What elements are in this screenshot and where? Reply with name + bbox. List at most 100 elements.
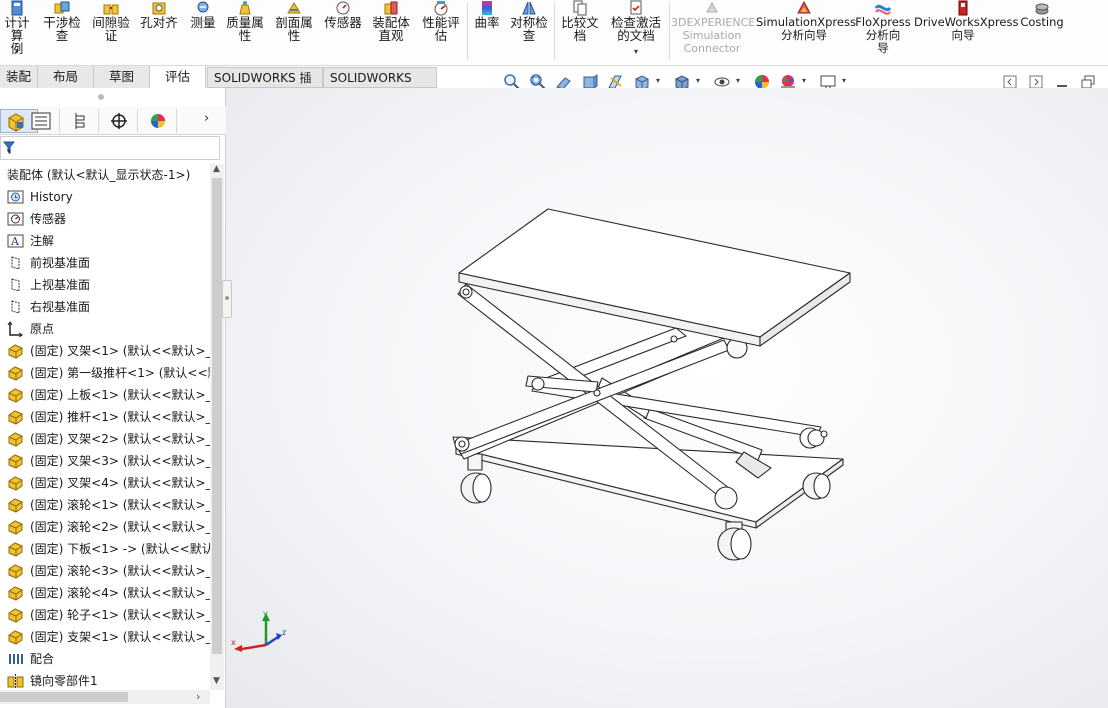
check-active-document-button[interactable]: 检查激活 的文档 ▾ — [606, 0, 666, 66]
tree-item-label: (固定) 上板<1> (默认<<默认>_显 — [30, 388, 210, 402]
apply-scene-dropdown-icon[interactable]: ▾ — [802, 76, 806, 85]
scroll-right-icon[interactable]: › — [196, 690, 200, 703]
floxpress-button[interactable]: FloXpress 分析向 导 — [854, 0, 912, 66]
tree-item[interactable]: 传感器 — [0, 208, 210, 230]
tree-item[interactable]: (固定) 叉架<1> (默认<<默认>_显 — [0, 340, 210, 362]
tab-sketch[interactable]: 草图 — [94, 66, 150, 88]
calc-button[interactable]: 计计算 例 ▾ — [0, 0, 34, 66]
triad-z-label: z — [282, 628, 286, 637]
tree-horizontal-scrollbar[interactable]: › — [0, 690, 210, 704]
driveworksxpress-label: DriveWorksXpress 向导 — [914, 15, 1019, 42]
measure-button[interactable]: 测量 — [184, 0, 222, 66]
clearance-verification-button[interactable]: 间隙验 证 — [88, 0, 134, 66]
chevron-right-icon[interactable]: › — [204, 111, 220, 129]
tree-item-label: 配合 — [30, 652, 55, 666]
restore-window-icon[interactable] — [1081, 75, 1095, 89]
plane-icon — [7, 255, 24, 271]
tree-item[interactable]: (固定) 轮子<1> (默认<<默认>_显 — [0, 604, 210, 626]
configurationmanager-tab[interactable] — [61, 109, 99, 133]
interference-check-label: 干涉检 查 — [43, 15, 81, 43]
tree-item[interactable]: A 注解 — [0, 230, 210, 252]
mass-properties-button[interactable]: 质量属 性 — [222, 0, 268, 66]
scissor-lift-cart-model[interactable] — [226, 88, 1108, 708]
compare-documents-button[interactable]: 比较文 档 — [557, 0, 603, 66]
mass-properties-label: 质量属 性 — [226, 15, 264, 43]
tree-item[interactable]: (固定) 支架<1> (默认<<默认>_显 — [0, 626, 210, 648]
scroll-thumb[interactable] — [212, 178, 222, 654]
sensor-button[interactable]: 传感器 — [320, 0, 366, 66]
assembly-visualization-button[interactable]: 装配体 直观 — [368, 0, 414, 66]
part-icon — [7, 431, 24, 447]
tree-item[interactable]: 前视基准面 — [0, 252, 210, 274]
tree-item-label: History — [30, 190, 73, 204]
section-properties-icon — [287, 2, 301, 14]
tree-root-assembly[interactable]: 装配体 (默认<默认_显示状态-1>) — [0, 164, 210, 186]
feature-manager-panel: › ▾ 装配体 (默认<默认_显示状态-1>) History 传感器 A 注解 前视基… — [0, 88, 226, 708]
driveworksxpress-button[interactable]: DriveWorksXpress 向导 — [914, 0, 1019, 66]
tree-item-label: (固定) 叉架<2> (默认<<默认>_显 — [30, 432, 210, 446]
hole-alignment-button[interactable]: 孔对齐 — [136, 0, 182, 66]
tree-item[interactable]: 配合 — [0, 648, 210, 670]
reference-triad: y x z — [231, 609, 286, 652]
minimize-window-icon[interactable] — [1055, 75, 1069, 89]
dimxpertmanager-tab[interactable] — [100, 109, 138, 133]
collapse-left-icon[interactable] — [1003, 75, 1017, 89]
tree-item-label: (固定) 叉架<4> (默认<<默认>_显 — [30, 476, 210, 490]
curvature-button[interactable]: 曲率 — [470, 0, 504, 66]
tree-item[interactable]: (固定) 滚轮<3> (默认<<默认>_显 — [0, 560, 210, 582]
filter-dropdown-icon[interactable]: ▾ — [7, 147, 11, 156]
propertymanager-tab[interactable] — [22, 109, 60, 133]
part-icon — [7, 475, 24, 491]
tree-item[interactable]: 上视基准面 — [0, 274, 210, 296]
tree-item[interactable]: (固定) 推杆<1> (默认<<默认>_显 — [0, 406, 210, 428]
command-tab-bar: 装配体 布局 草图 评估 — [0, 66, 226, 105]
tree-item[interactable]: (固定) 叉架<4> (默认<<默认>_显 — [0, 472, 210, 494]
tree-item[interactable]: History — [0, 186, 210, 208]
scroll-down-icon[interactable]: ▼ — [213, 676, 220, 686]
tree-item[interactable]: (固定) 滚轮<1> (默认<<默认>_显 — [0, 494, 210, 516]
mates-icon — [7, 651, 24, 667]
tree-item-label: (固定) 第一级推杆<1> (默认<<默认 — [30, 366, 210, 380]
performance-evaluation-button[interactable]: 性能评 估 — [417, 0, 465, 66]
view-settings-dropdown-icon[interactable]: ▾ — [842, 76, 846, 85]
part-icon — [7, 541, 24, 557]
tree-vertical-scrollbar[interactable]: ▲ ▼ — [210, 164, 224, 690]
tree-item[interactable]: (固定) 叉架<2> (默认<<默认>_显 — [0, 428, 210, 450]
tree-item[interactable]: (固定) 下板<1> -> (默认<<默认 — [0, 538, 210, 560]
tree-item[interactable]: 右视基准面 — [0, 296, 210, 318]
tree-item[interactable]: 镜向零部件1 — [0, 670, 210, 690]
tree-item[interactable]: (固定) 滚轮<2> (默认<<默认>_显 — [0, 516, 210, 538]
simulationxpress-button[interactable]: SimulationXpress 分析向导 — [756, 0, 856, 66]
compare-documents-label: 比较文 档 — [561, 15, 599, 43]
tab-solidworks-addins[interactable]: SOLIDWORKS 插件 — [207, 67, 323, 105]
display-style-dropdown-icon[interactable]: ▾ — [696, 76, 700, 85]
tab-solidworks-mbd[interactable]: SOLIDWORKS MBD — [323, 67, 437, 105]
tree-item[interactable]: (固定) 滚轮<4> (默认<<默认>_显 — [0, 582, 210, 604]
check-active-document-label: 检查激活 的文档 — [610, 15, 661, 43]
interference-check-button[interactable]: 干涉检 查 — [38, 0, 86, 66]
panel-splitter-handle[interactable] — [222, 280, 232, 318]
tree-item[interactable]: (固定) 上板<1> (默认<<默认>_显 — [0, 384, 210, 406]
collapse-right-icon[interactable] — [1029, 75, 1043, 89]
panel-grip-icon[interactable] — [98, 94, 104, 100]
horizontal-scroll-thumb[interactable] — [0, 692, 128, 702]
annotation-icon: A — [7, 233, 24, 249]
tab-evaluate[interactable]: 评估 — [150, 66, 206, 88]
tab-layout[interactable]: 布局 — [38, 66, 94, 88]
symmetry-check-button[interactable]: 对称检 查 — [506, 0, 552, 66]
part-icon — [7, 519, 24, 535]
tree-item[interactable]: (固定) 第一级推杆<1> (默认<<默认 — [0, 362, 210, 384]
hide-show-dropdown-icon[interactable]: ▾ — [736, 76, 740, 85]
tree-filter-bar[interactable]: ▾ — [0, 136, 220, 160]
costing-button[interactable]: Costing — [1014, 0, 1070, 66]
section-properties-button[interactable]: 剖面属 性 — [271, 0, 317, 66]
view-orientation-dropdown-icon[interactable]: ▾ — [656, 76, 660, 85]
tab-assembly[interactable]: 装配体 — [0, 66, 38, 105]
tree-item[interactable]: (固定) 叉架<3> (默认<<默认>_显 — [0, 450, 210, 472]
chevron-down-icon[interactable]: ▾ — [634, 45, 638, 58]
displaymanager-tab[interactable] — [139, 109, 177, 133]
scroll-up-icon[interactable]: ▲ — [213, 164, 220, 174]
tree-item[interactable]: 原点 — [0, 318, 210, 340]
chevron-down-icon[interactable]: ▾ — [15, 45, 19, 58]
graphics-area[interactable]: y x z — [226, 88, 1108, 708]
